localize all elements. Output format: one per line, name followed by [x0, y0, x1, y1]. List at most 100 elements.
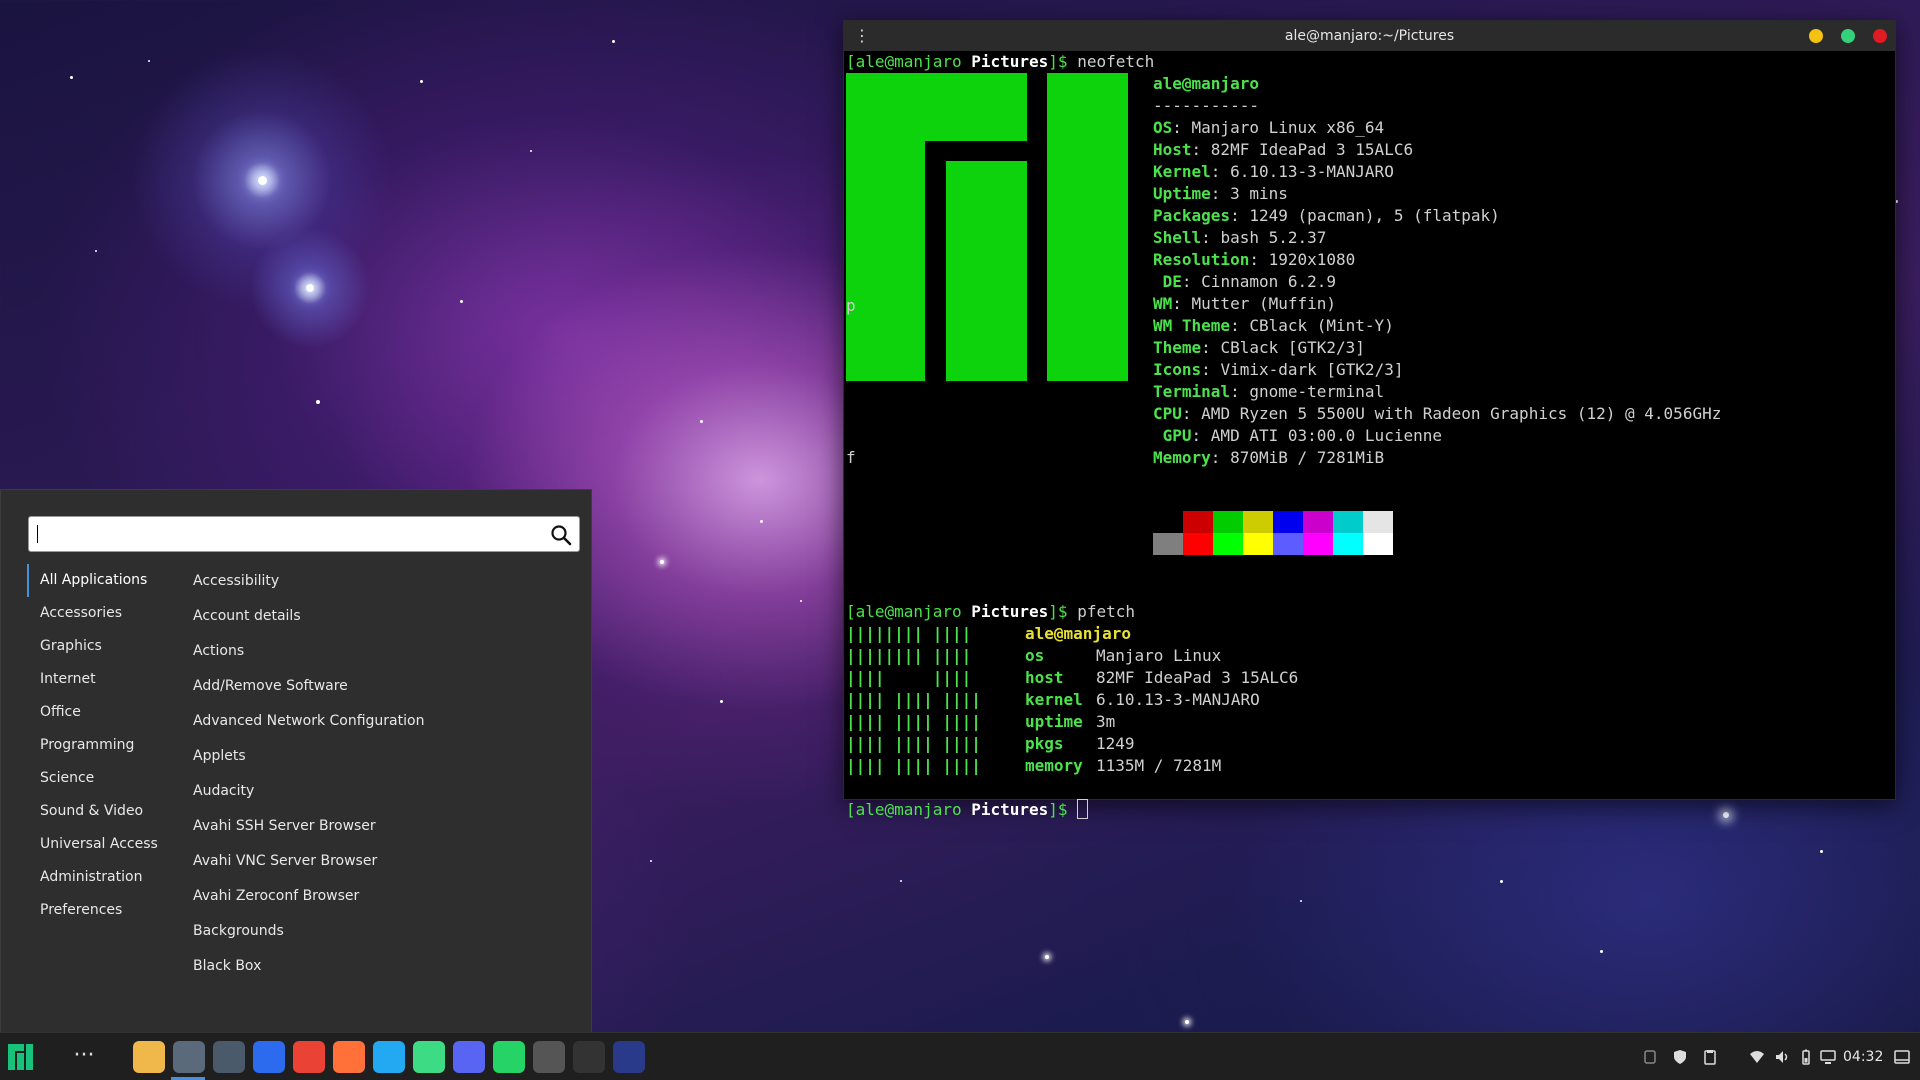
- app-item[interactable]: Avahi Zeroconf Browser: [179, 879, 579, 914]
- network-secure-icon[interactable]: [1642, 1049, 1658, 1065]
- search-input[interactable]: [28, 516, 580, 552]
- shield-icon[interactable]: [1672, 1049, 1688, 1065]
- neofetch-row: WM: Mutter (Muffin): [1153, 293, 1336, 315]
- menu-launcher-button[interactable]: [6, 1042, 36, 1072]
- info-key: WM Theme: [1153, 316, 1231, 335]
- pfetch-logo-line: |||||||| ||||: [846, 646, 972, 665]
- color-swatch: [1273, 511, 1303, 533]
- app-item[interactable]: Backgrounds: [179, 914, 579, 949]
- discord-icon[interactable]: [453, 1041, 485, 1073]
- category-office[interactable]: Office: [27, 696, 167, 729]
- app-item[interactable]: Account details: [179, 599, 579, 634]
- category-universal-access[interactable]: Universal Access: [27, 828, 167, 861]
- minimize-button[interactable]: [1809, 29, 1823, 43]
- neofetch-row: GPU: AMD ATI 03:00.0 Lucienne: [1153, 425, 1442, 447]
- signal-icon[interactable]: [253, 1041, 285, 1073]
- category-graphics[interactable]: Graphics: [27, 630, 167, 663]
- cat-app-icon[interactable]: [533, 1041, 565, 1073]
- terminal-titlebar[interactable]: ⋮ ale@manjaro:~/Pictures: [844, 21, 1895, 51]
- battery-icon[interactable]: [1798, 1049, 1814, 1065]
- chrome-icon[interactable]: [293, 1041, 325, 1073]
- wifi-icon[interactable]: [1749, 1049, 1765, 1065]
- neofetch-row: Uptime: 3 mins: [1153, 183, 1288, 205]
- info-value: 82MF IdeaPad 3 15ALC6: [1210, 140, 1414, 159]
- app-item[interactable]: Avahi SSH Server Browser: [179, 809, 579, 844]
- clipboard-icon[interactable]: [1702, 1049, 1718, 1065]
- terminal-window[interactable]: ⋮ ale@manjaro:~/Pictures [ale@manjaro Pi…: [843, 20, 1896, 819]
- android-studio-icon[interactable]: [413, 1041, 445, 1073]
- app-item[interactable]: Actions: [179, 634, 579, 669]
- category-internet[interactable]: Internet: [27, 663, 167, 696]
- info-key: Host: [1153, 140, 1192, 159]
- audio-app-icon[interactable]: [613, 1041, 645, 1073]
- text-caret: [37, 525, 38, 543]
- info-separator: :: [1210, 184, 1231, 203]
- search-icon[interactable]: [549, 523, 573, 547]
- info-key: CPU: [1153, 404, 1182, 423]
- pfetch-logo-line: |||| |||| ||||: [846, 756, 981, 775]
- category-administration[interactable]: Administration: [27, 861, 167, 894]
- maximize-button[interactable]: [1841, 29, 1855, 43]
- info-separator: :: [1201, 338, 1221, 357]
- app-item[interactable]: Avahi VNC Server Browser: [179, 844, 579, 879]
- files-icon[interactable]: [133, 1041, 165, 1073]
- application-menu[interactable]: All Applications Accessories Graphics Inter…: [0, 489, 592, 1032]
- info-key: Icons: [1153, 360, 1202, 379]
- info-value: gnome-terminal: [1249, 382, 1385, 401]
- prompt-end: ]$: [1048, 800, 1068, 819]
- app-item[interactable]: Applets: [179, 739, 579, 774]
- app-item[interactable]: Advanced Network Configuration: [179, 704, 579, 739]
- terminal-2-icon[interactable]: [213, 1041, 245, 1073]
- pfetch-logo-line: |||||||| ||||: [846, 624, 972, 643]
- prompt-dir: Pictures: [971, 602, 1049, 621]
- category-sound-video[interactable]: Sound & Video: [27, 795, 167, 828]
- neofetch-row: DE: Cinnamon 6.2.9: [1153, 271, 1336, 293]
- vscode-icon[interactable]: [373, 1041, 405, 1073]
- pfetch-value: Manjaro Linux: [1096, 646, 1222, 665]
- info-separator: :: [1230, 316, 1250, 335]
- close-button[interactable]: [1873, 29, 1887, 43]
- color-swatch: [1153, 533, 1183, 555]
- neofetch-row: Icons: Vimix-dark [GTK2/3]: [1153, 359, 1403, 381]
- info-separator: :: [1249, 250, 1269, 269]
- category-preferences[interactable]: Preferences: [27, 894, 167, 927]
- prompt-line: [ale@manjaro Pictures]$ pfetch: [846, 601, 1135, 623]
- firefox-icon[interactable]: [333, 1041, 365, 1073]
- neofetch-row: Packages: 1249 (pacman), 5 (flatpak): [1153, 205, 1500, 227]
- terminal-active-icon[interactable]: [173, 1041, 205, 1073]
- terminal-output[interactable]: [ale@manjaro Pictures]$ neofetch p f ale…: [844, 51, 1895, 819]
- pfetch-logo-line: |||| |||| ||||: [846, 712, 981, 731]
- app-item[interactable]: Accessibility: [179, 564, 579, 599]
- pfetch-value: 82MF IdeaPad 3 15ALC6: [1096, 668, 1299, 687]
- pfetch-key: pkgs: [1025, 734, 1064, 753]
- stray-char: f: [846, 448, 856, 467]
- whatsapp-icon[interactable]: [493, 1041, 525, 1073]
- neofetch-row: Terminal: gnome-terminal: [1153, 381, 1384, 403]
- volume-icon[interactable]: [1774, 1049, 1790, 1065]
- app-item[interactable]: Audacity: [179, 774, 579, 809]
- category-accessories[interactable]: Accessories: [27, 597, 167, 630]
- category-programming[interactable]: Programming: [27, 729, 167, 762]
- color-swatch: [1303, 533, 1333, 555]
- prompt-dir: Pictures: [971, 52, 1049, 71]
- info-key: Packages: [1153, 206, 1231, 225]
- app-item[interactable]: Black Box: [179, 949, 579, 984]
- pfetch-value: 6.10.13-3-MANJARO: [1096, 690, 1260, 709]
- color-swatch: [1213, 511, 1243, 533]
- show-desktop-icon[interactable]: [1894, 1049, 1910, 1065]
- obs-icon[interactable]: [573, 1041, 605, 1073]
- command-text: neofetch: [1077, 52, 1155, 71]
- info-key: Kernel: [1153, 162, 1211, 181]
- app-grid-button[interactable]: ···: [70, 1045, 98, 1067]
- neofetch-row: WM Theme: CBlack (Mint-Y): [1153, 315, 1394, 337]
- pfetch-logo-line: |||| ||||: [846, 668, 972, 687]
- clock[interactable]: 04:32: [1843, 1033, 1883, 1080]
- app-item[interactable]: Add/Remove Software: [179, 669, 579, 704]
- category-science[interactable]: Science: [27, 762, 167, 795]
- category-all-applications[interactable]: All Applications: [27, 564, 167, 597]
- color-swatch: [1153, 511, 1183, 533]
- display-icon[interactable]: [1820, 1049, 1836, 1065]
- info-separator: :: [1172, 294, 1192, 313]
- neofetch-header: ale@manjaro: [1153, 74, 1259, 93]
- color-swatch: [1183, 533, 1213, 555]
